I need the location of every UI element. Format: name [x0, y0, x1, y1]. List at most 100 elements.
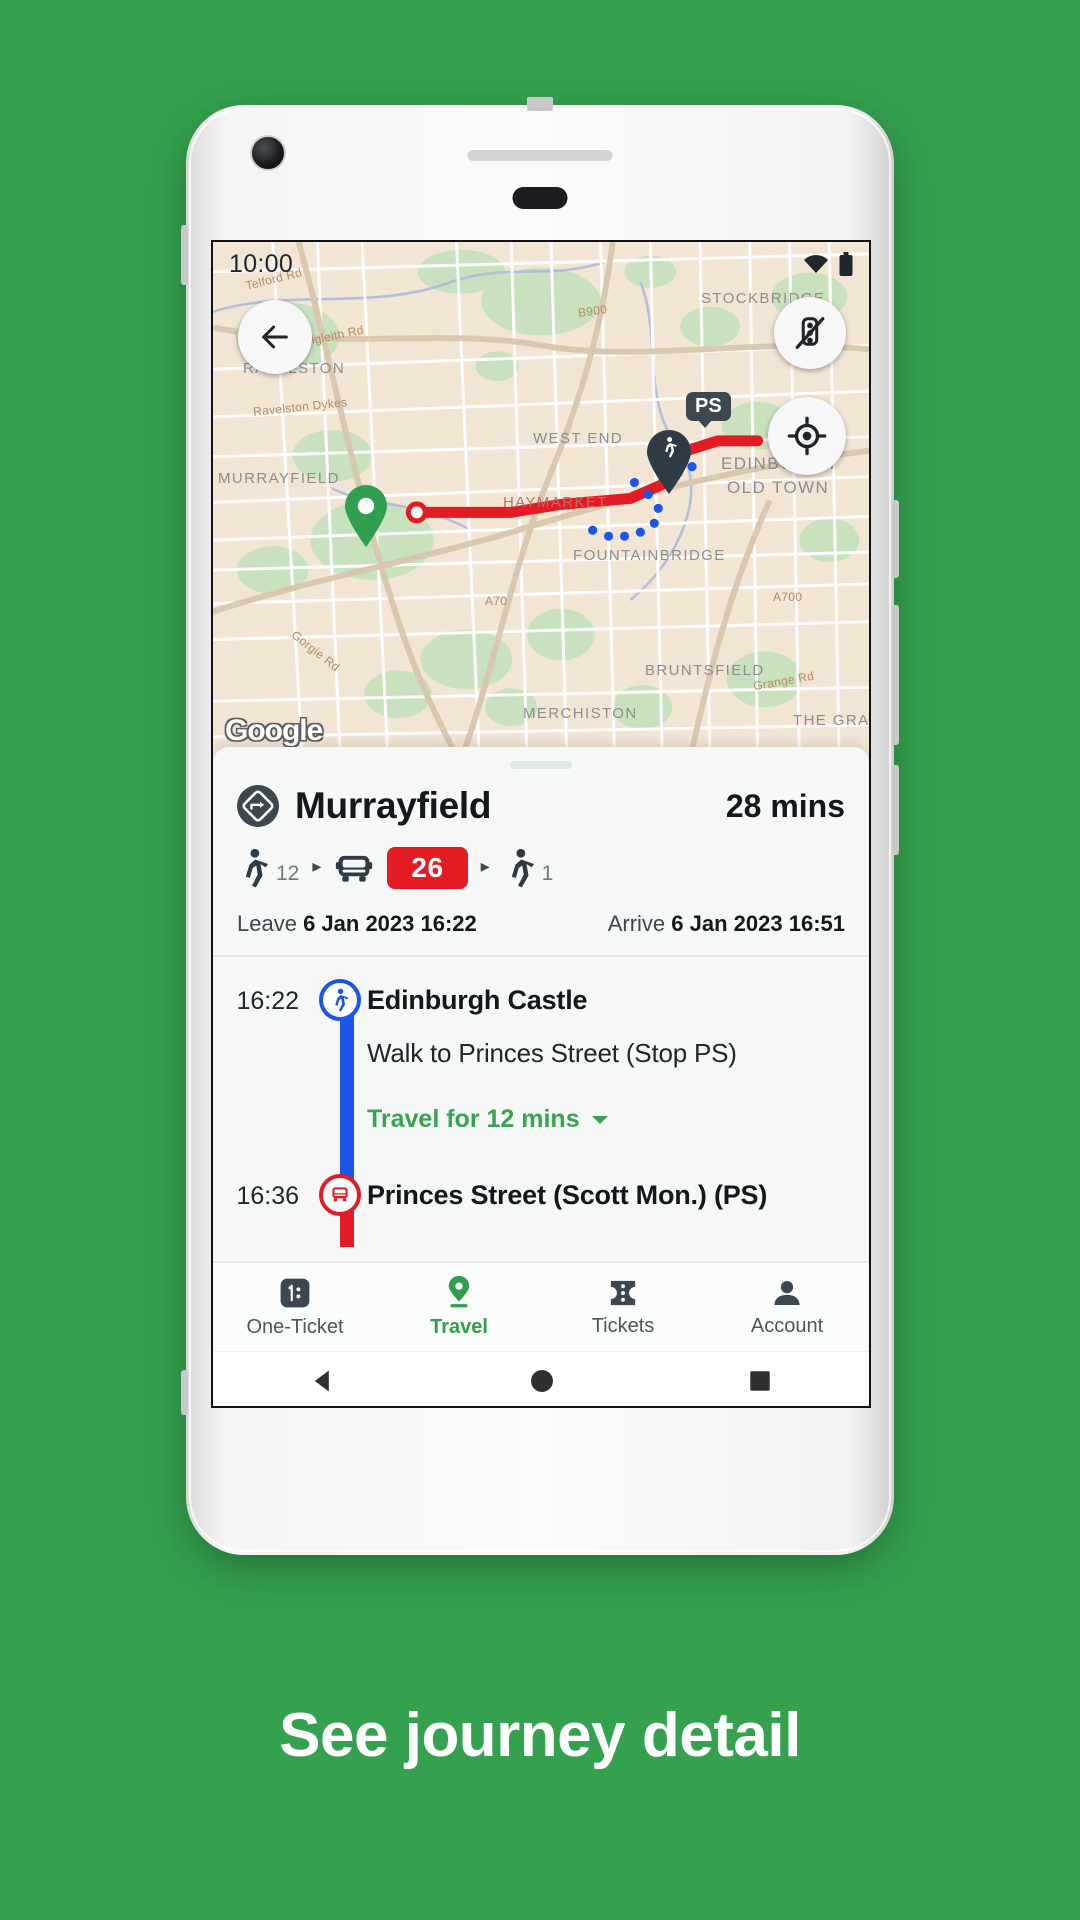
- traffic-toggle-button[interactable]: [774, 297, 846, 369]
- bus-icon: [336, 855, 373, 882]
- map-area-label: THE GRAN: [793, 712, 869, 729]
- leg-bus: 26: [334, 847, 468, 889]
- leg-walk-first: 12: [237, 848, 299, 888]
- arrive-label: Arrive: [607, 911, 666, 936]
- itinerary-stop-name: Edinburgh Castle: [367, 985, 588, 1015]
- itinerary-node: [313, 979, 367, 1021]
- destination-title: Murrayfield: [295, 785, 492, 826]
- map-pin-walk[interactable]: [643, 427, 695, 500]
- itinerary-instruction: Walk to Princes Street (Stop PS): [367, 1038, 737, 1068]
- arrive-value: 6 Jan 2023 16:51: [671, 911, 845, 936]
- map-area-label: WEST END: [533, 430, 624, 447]
- android-navigation-bar: [213, 1351, 869, 1406]
- location-pin-icon: [448, 1275, 470, 1307]
- journey-duration: 28 mins: [725, 787, 845, 824]
- bus-icon: [332, 1187, 348, 1202]
- itinerary-stop-name: Princes Street (Scott Mon.) (PS): [367, 1180, 768, 1210]
- walk-icon: [511, 848, 534, 888]
- nav-label: One-Ticket: [246, 1315, 344, 1338]
- phone-left-button-bottom: [181, 1370, 188, 1415]
- battery-icon: [839, 252, 853, 276]
- map-area-label: FOUNTAINBRIDGE: [573, 547, 726, 564]
- phone-left-button-top: [181, 225, 188, 285]
- recents-square-icon[interactable]: [747, 1368, 773, 1394]
- sensor-housing: [512, 187, 568, 209]
- leave-label: Leave: [237, 911, 297, 936]
- leg-walk-mins: 12: [276, 862, 300, 885]
- itinerary-content: Edinburgh Castle Walk to Princes Street …: [367, 979, 755, 1134]
- person-icon: [774, 1280, 800, 1305]
- journey-summary: Murrayfield 28 mins 12 ▸ 26 ▸ 1 Leave 6 …: [213, 769, 869, 955]
- map-area-label: BRUNTSFIELD: [645, 662, 765, 679]
- map-back-button[interactable]: [238, 300, 312, 374]
- map-road-label: A70: [485, 594, 508, 608]
- earpiece-speaker: [467, 150, 613, 161]
- nav-label: Travel: [430, 1315, 488, 1338]
- bus-route-badge: 26: [387, 847, 468, 889]
- my-location-icon: [787, 416, 827, 456]
- phone-volume-button: [892, 605, 899, 745]
- phone-power-button: [892, 765, 899, 855]
- google-attribution: Google: [225, 714, 323, 747]
- phone-side-button: [892, 500, 899, 578]
- leave-time: Leave 6 Jan 2023 16:22: [237, 911, 477, 937]
- map-area-label: MERCHISTON: [523, 705, 638, 722]
- status-bar-clock: 10:00: [229, 249, 294, 278]
- phone-screen: STOCKBRIDGE RAVELSTON WEST END MURRAYFIE…: [211, 240, 871, 1408]
- map-stop-label-ps[interactable]: PS: [686, 392, 731, 428]
- list-item[interactable]: 16:22 Edinburgh Castle Walk to Princes S…: [213, 979, 869, 1134]
- travel-duration-toggle[interactable]: Travel for 12 mins: [367, 1105, 737, 1134]
- map-area-label: OLD TOWN: [727, 478, 830, 497]
- journey-times-row: Leave 6 Jan 2023 16:22 Arrive 6 Jan 2023…: [237, 911, 845, 955]
- nav-label: Tickets: [591, 1314, 655, 1337]
- map-view[interactable]: STOCKBRIDGE RAVELSTON WEST END MURRAYFIE…: [213, 242, 869, 762]
- walk-icon: [245, 848, 269, 888]
- leg-separator-icon: ▸: [312, 855, 322, 876]
- map-area-label: MURRAYFIELD: [218, 470, 340, 487]
- back-arrow-icon: [262, 325, 288, 349]
- leg-walk-mins: 1: [541, 862, 554, 885]
- status-bar-icons: [803, 252, 853, 276]
- map-road-label: A700: [773, 590, 803, 604]
- chevron-down-icon: [591, 1115, 608, 1124]
- walk-icon: [335, 988, 349, 1012]
- itinerary-node: [313, 1174, 367, 1216]
- leg-walk-last: 1: [503, 848, 554, 888]
- leave-value: 6 Jan 2023 16:22: [303, 911, 477, 936]
- destination-group: Murrayfield: [237, 785, 491, 827]
- nav-item-one-ticket[interactable]: One-Ticket: [213, 1276, 377, 1339]
- front-camera-icon: [250, 135, 286, 171]
- status-bar: 10:00: [213, 242, 869, 286]
- page-caption: See journey detail: [279, 1701, 801, 1770]
- journey-legs-row: 12 ▸ 26 ▸ 1: [237, 847, 845, 889]
- journey-summary-header: Murrayfield 28 mins: [237, 785, 845, 827]
- sheet-drag-handle[interactable]: [510, 761, 572, 769]
- itinerary-content: Princes Street (Scott Mon.) (PS): [367, 1174, 785, 1211]
- ticket-icon: [610, 1280, 636, 1305]
- bus-node-icon: [319, 1174, 361, 1216]
- destination-pin-icon: [345, 485, 387, 547]
- bottom-navigation: One-Ticket Travel Tickets Account: [213, 1261, 869, 1351]
- itinerary-time: 16:22: [236, 987, 299, 1015]
- map-pin-destination[interactable]: [341, 482, 391, 553]
- list-item[interactable]: 16:36 Princes Street (Scott Mon.) (PS): [213, 1174, 869, 1216]
- traffic-off-icon: [795, 317, 825, 349]
- my-location-button[interactable]: [768, 397, 846, 475]
- itinerary-bus-connector: [340, 1213, 354, 1247]
- nav-label: Account: [750, 1314, 824, 1337]
- nav-item-account[interactable]: Account: [705, 1277, 869, 1338]
- arrive-time: Arrive 6 Jan 2023 16:51: [608, 911, 845, 937]
- walk-node-icon: [319, 979, 361, 1021]
- one-ticket-icon: [280, 1278, 310, 1307]
- leg-separator-icon: ▸: [480, 855, 490, 876]
- nav-item-travel[interactable]: Travel: [377, 1275, 541, 1339]
- nav-item-tickets[interactable]: Tickets: [541, 1277, 705, 1338]
- travel-duration-label: Travel for 12 mins: [367, 1105, 580, 1133]
- map-area-label: HAYMARKET: [503, 494, 608, 511]
- back-triangle-icon[interactable]: [309, 1367, 337, 1395]
- itinerary-list: 16:22 Edinburgh Castle Walk to Princes S…: [213, 957, 869, 1247]
- directions-icon: [237, 785, 279, 827]
- phone-antenna-band: [527, 97, 553, 111]
- home-circle-icon[interactable]: [528, 1367, 556, 1395]
- journey-detail-sheet: Murrayfield 28 mins 12 ▸ 26 ▸ 1 Leave 6 …: [213, 747, 869, 1406]
